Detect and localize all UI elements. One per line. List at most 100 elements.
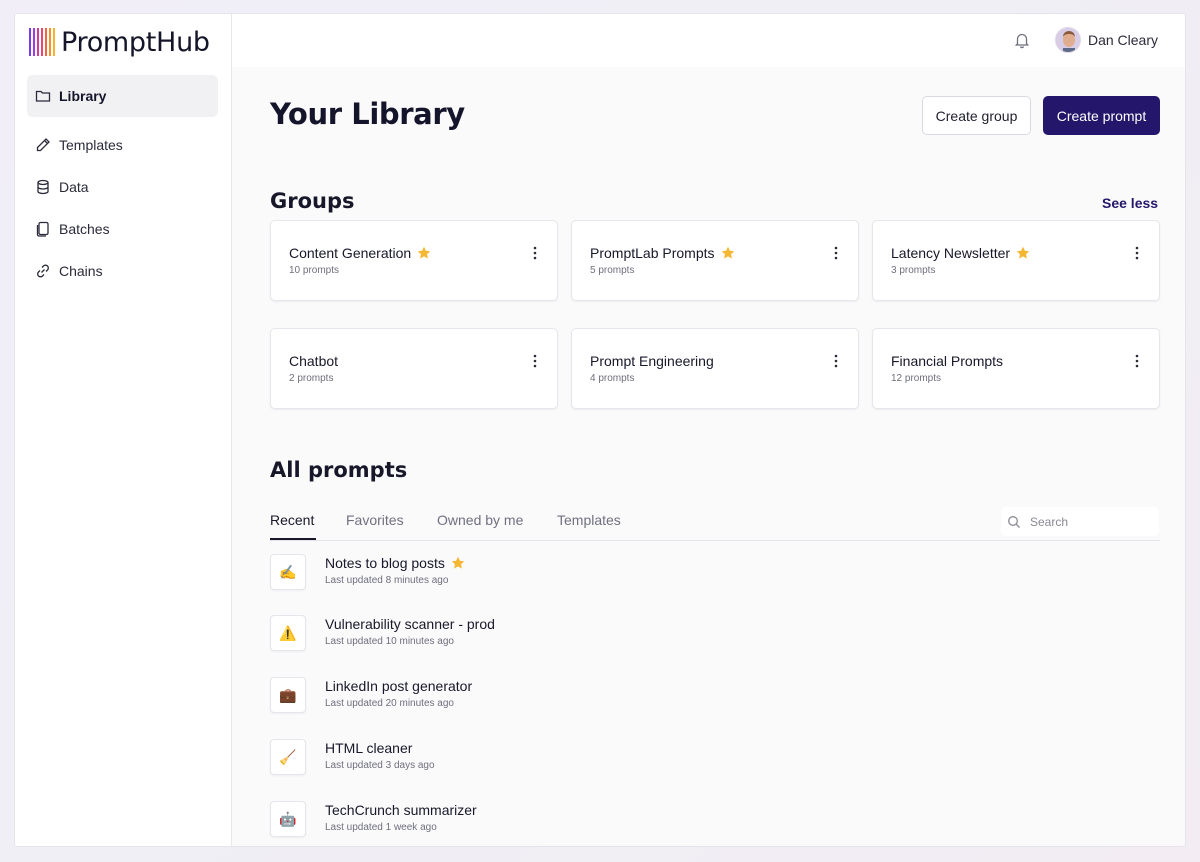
group-name: Content Generation (289, 245, 412, 261)
create-prompt-button[interactable]: Create prompt (1043, 96, 1160, 135)
page-title: Your Library (270, 97, 465, 131)
group-card[interactable]: Financial Prompts 12 prompts (872, 328, 1160, 409)
active-tab-indicator (270, 538, 316, 540)
search-box[interactable] (1001, 507, 1159, 536)
sidebar-item-library[interactable]: Library (27, 75, 218, 117)
tab-templates[interactable]: Templates (557, 512, 621, 541)
group-name-row: Content Generation (289, 245, 431, 261)
sidebar-item-batches[interactable]: Batches (27, 208, 218, 250)
prompt-name-row: HTML cleaner (325, 740, 412, 756)
sidebar-item-data[interactable]: Data (27, 166, 218, 208)
group-name-row: Latency Newsletter (891, 245, 1030, 261)
sidebar-item-templates[interactable]: Templates (27, 124, 218, 166)
prompt-name-row: LinkedIn post generator (325, 678, 472, 694)
all-prompts-title: All prompts (270, 458, 408, 482)
prompt-name: TechCrunch summarizer (325, 802, 477, 818)
group-name-row: Chatbot (289, 353, 338, 369)
prompt-name: Vulnerability scanner - prod (325, 616, 495, 632)
group-name-row: Financial Prompts (891, 353, 1003, 369)
group-name: PromptLab Prompts (590, 245, 715, 261)
prompt-list-item[interactable]: ⚠️ Vulnerability scanner - prod Last upd… (270, 615, 970, 659)
database-icon (37, 179, 49, 195)
group-name: Financial Prompts (891, 353, 1004, 369)
prompt-list-item[interactable]: 🧹 HTML cleaner Last updated 3 days ago (270, 739, 970, 783)
star-icon[interactable] (451, 556, 465, 570)
star-icon[interactable] (1016, 246, 1030, 260)
group-name: Prompt Engineering (590, 353, 714, 369)
group-card[interactable]: Content Generation 10 prompts (270, 220, 558, 301)
more-options-icon[interactable] (531, 245, 539, 261)
prompt-name: Notes to blog posts (325, 555, 445, 571)
prompt-emoji-icon: 🤖 (270, 801, 306, 837)
top-bar: Dan Cleary (232, 14, 1185, 67)
group-count: 4 prompts (590, 373, 635, 384)
tab-recent[interactable]: Recent (270, 512, 314, 541)
prompt-emoji-icon: 🧹 (270, 739, 306, 775)
user-menu[interactable]: Dan Cleary (1054, 27, 1158, 53)
folder-icon (35, 90, 51, 102)
sidebar-item-label: Templates (59, 137, 123, 153)
sidebar-item-label: Library (59, 88, 107, 104)
prompt-tabs: Recent Favorites Owned by me Templates (270, 507, 1160, 541)
group-name: Latency Newsletter (891, 245, 1011, 261)
group-name-row: Prompt Engineering (590, 353, 714, 369)
main-content: Your Library Create group Create prompt … (232, 67, 1185, 846)
search-input[interactable] (1030, 514, 1140, 529)
sidebar-item-label: Batches (59, 221, 110, 237)
group-count: 3 prompts (891, 265, 936, 276)
group-count: 2 prompts (289, 373, 334, 384)
prompt-name-row: TechCrunch summarizer (325, 802, 477, 818)
prompt-emoji-icon: ✍️ (270, 554, 306, 590)
group-name-row: PromptLab Prompts (590, 245, 735, 261)
link-icon (37, 264, 49, 278)
search-icon (1008, 515, 1020, 528)
prompt-name-row: Notes to blog posts (325, 555, 465, 571)
more-options-icon[interactable] (1133, 353, 1141, 369)
tab-favorites[interactable]: Favorites (346, 512, 404, 541)
create-group-button[interactable]: Create group (922, 96, 1031, 135)
sidebar-nav: Library Templates Data Batches Chains (27, 75, 218, 292)
group-card[interactable]: PromptLab Prompts 5 prompts (571, 220, 859, 301)
prompt-updated: Last updated 10 minutes ago (325, 636, 454, 647)
more-options-icon[interactable] (832, 353, 840, 369)
sidebar: PromptHub Library Templates Data Batches (15, 14, 232, 846)
tab-owned-by-me[interactable]: Owned by me (437, 512, 523, 541)
brand-name: PromptHub (61, 26, 210, 58)
see-less-link[interactable]: See less (1102, 195, 1158, 211)
sidebar-item-label: Data (59, 179, 89, 195)
prompt-list-item[interactable]: ✍️ Notes to blog posts Last updated 8 mi… (270, 554, 970, 598)
group-count: 10 prompts (289, 265, 340, 276)
app-window: PromptHub Library Templates Data Batches (14, 13, 1186, 847)
bell-icon[interactable] (1013, 31, 1031, 49)
star-icon[interactable] (417, 246, 431, 260)
prompt-list-item[interactable]: 🤖 TechCrunch summarizer Last updated 1 w… (270, 801, 970, 845)
user-name: Dan Cleary (1087, 32, 1158, 48)
avatar (1054, 27, 1081, 53)
batches-icon (36, 221, 49, 237)
groups-title: Groups (270, 189, 355, 213)
prompt-name: HTML cleaner (325, 740, 413, 756)
prompt-updated: Last updated 8 minutes ago (325, 575, 449, 586)
pencil-icon (36, 138, 50, 152)
more-options-icon[interactable] (1133, 245, 1141, 261)
more-options-icon[interactable] (832, 245, 840, 261)
logo[interactable]: PromptHub (29, 26, 210, 58)
more-options-icon[interactable] (531, 353, 539, 369)
sidebar-item-label: Chains (59, 263, 103, 279)
prompt-updated: Last updated 20 minutes ago (325, 698, 454, 709)
group-name: Chatbot (289, 353, 339, 369)
avatar-portrait-icon (1055, 28, 1080, 52)
prompt-emoji-icon: 💼 (270, 677, 306, 713)
prompt-list-item[interactable]: 💼 LinkedIn post generator Last updated 2… (270, 677, 970, 721)
sidebar-item-chains[interactable]: Chains (27, 250, 218, 292)
prompt-updated: Last updated 3 days ago (325, 760, 435, 771)
prompt-name: LinkedIn post generator (325, 678, 473, 694)
group-card[interactable]: Prompt Engineering 4 prompts (571, 328, 859, 409)
prompthub-logo-icon (29, 28, 55, 56)
star-icon[interactable] (721, 246, 735, 260)
prompt-emoji-icon: ⚠️ (270, 615, 306, 651)
group-card[interactable]: Chatbot 2 prompts (270, 328, 558, 409)
prompt-updated: Last updated 1 week ago (325, 822, 437, 833)
group-count: 5 prompts (590, 265, 635, 276)
group-card[interactable]: Latency Newsletter 3 prompts (872, 220, 1160, 301)
